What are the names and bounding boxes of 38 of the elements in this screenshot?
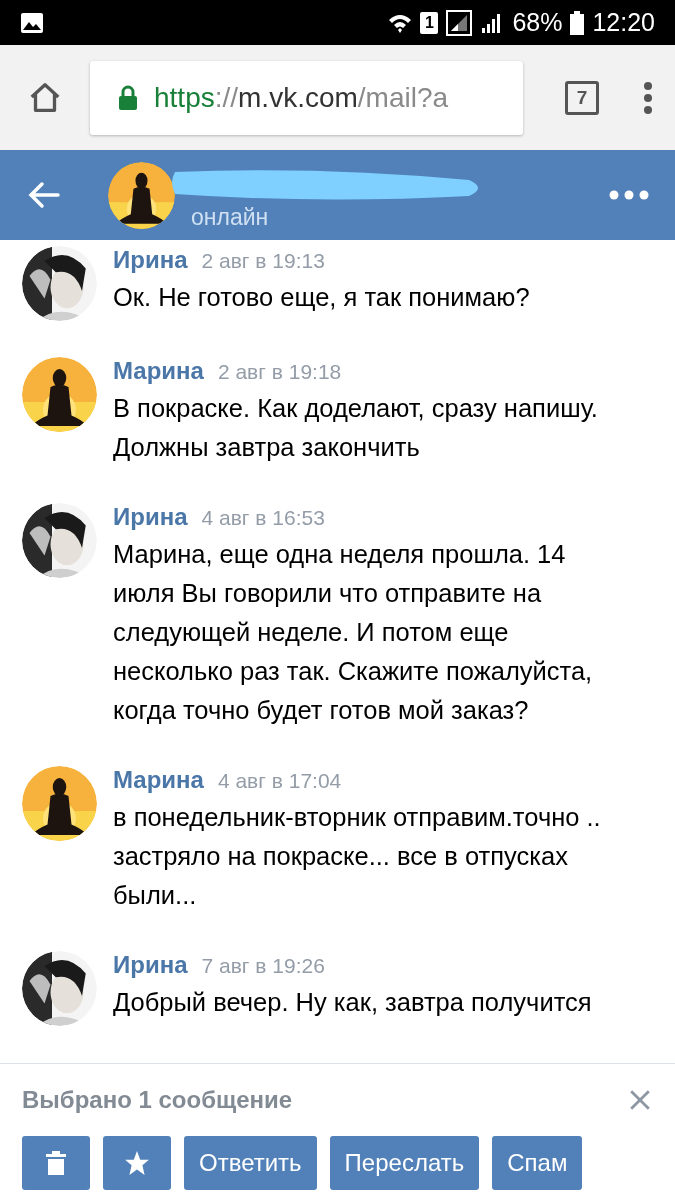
message-date: 4 авг в 16:53: [201, 506, 325, 530]
battery-icon: [570, 10, 585, 35]
more-icon[interactable]: [609, 190, 649, 200]
clock: 12:20: [592, 8, 655, 37]
delete-button[interactable]: [22, 1136, 90, 1190]
action-button[interactable]: Ответить: [184, 1136, 317, 1190]
message-date: 2 авг в 19:13: [201, 249, 325, 273]
sender-name[interactable]: Марина: [113, 357, 204, 385]
url-text: https://m.vk.com/mail?a: [154, 81, 449, 114]
lock-icon: [118, 84, 138, 111]
message-text: в понедельник-вторник отправим.точно .. застряло на покраске... все в отпусках были...: [113, 802, 602, 911]
battery-level: 68%: [512, 8, 563, 37]
online-status: онлайн: [191, 203, 270, 231]
address-bar[interactable]: https://m.vk.com/mail?a: [90, 60, 523, 135]
selection-title: Выбрано 1 сообщение: [22, 1086, 293, 1114]
star-icon: [124, 1150, 150, 1176]
message-date: 7 авг в 19:26: [201, 954, 325, 978]
sender-name[interactable]: Ирина: [113, 503, 188, 531]
image-icon: [20, 10, 44, 35]
action-button[interactable]: Переслать: [329, 1136, 480, 1190]
trash-icon: [46, 1150, 66, 1176]
message-date: 2 авг в 19:18: [217, 360, 342, 384]
action-button[interactable]: Спам: [492, 1136, 583, 1190]
close-icon[interactable]: [629, 1089, 651, 1111]
message-date: 4 авг в 17:04: [217, 769, 342, 793]
favorite-button[interactable]: [103, 1136, 171, 1190]
tab-count-button[interactable]: 7: [565, 80, 599, 115]
sim-icon: 1: [420, 11, 439, 34]
message-text: Добрый вечер. Ну как, завтра получится: [113, 987, 593, 1018]
back-arrow-icon[interactable]: [28, 181, 60, 209]
message-text: Ок. Не готово еще, я так понимаю?: [113, 282, 531, 313]
message-text: В покраске. Как доделают, сразу напишу. Должны завтра закончить: [113, 393, 599, 463]
message-text: Марина, еще одна неделя прошла. 14 июля Вы говорили что отправите на следующей неделе. И потом еще несколько раз так. Скажите пожалуйста, когда точно будет готов мой заказ?: [113, 539, 594, 726]
sender-name[interactable]: Ирина: [113, 246, 188, 274]
signal-icon: [446, 9, 473, 36]
menu-icon[interactable]: [643, 80, 653, 115]
sender-name[interactable]: Марина: [113, 766, 204, 794]
sender-name[interactable]: Ирина: [113, 951, 188, 979]
